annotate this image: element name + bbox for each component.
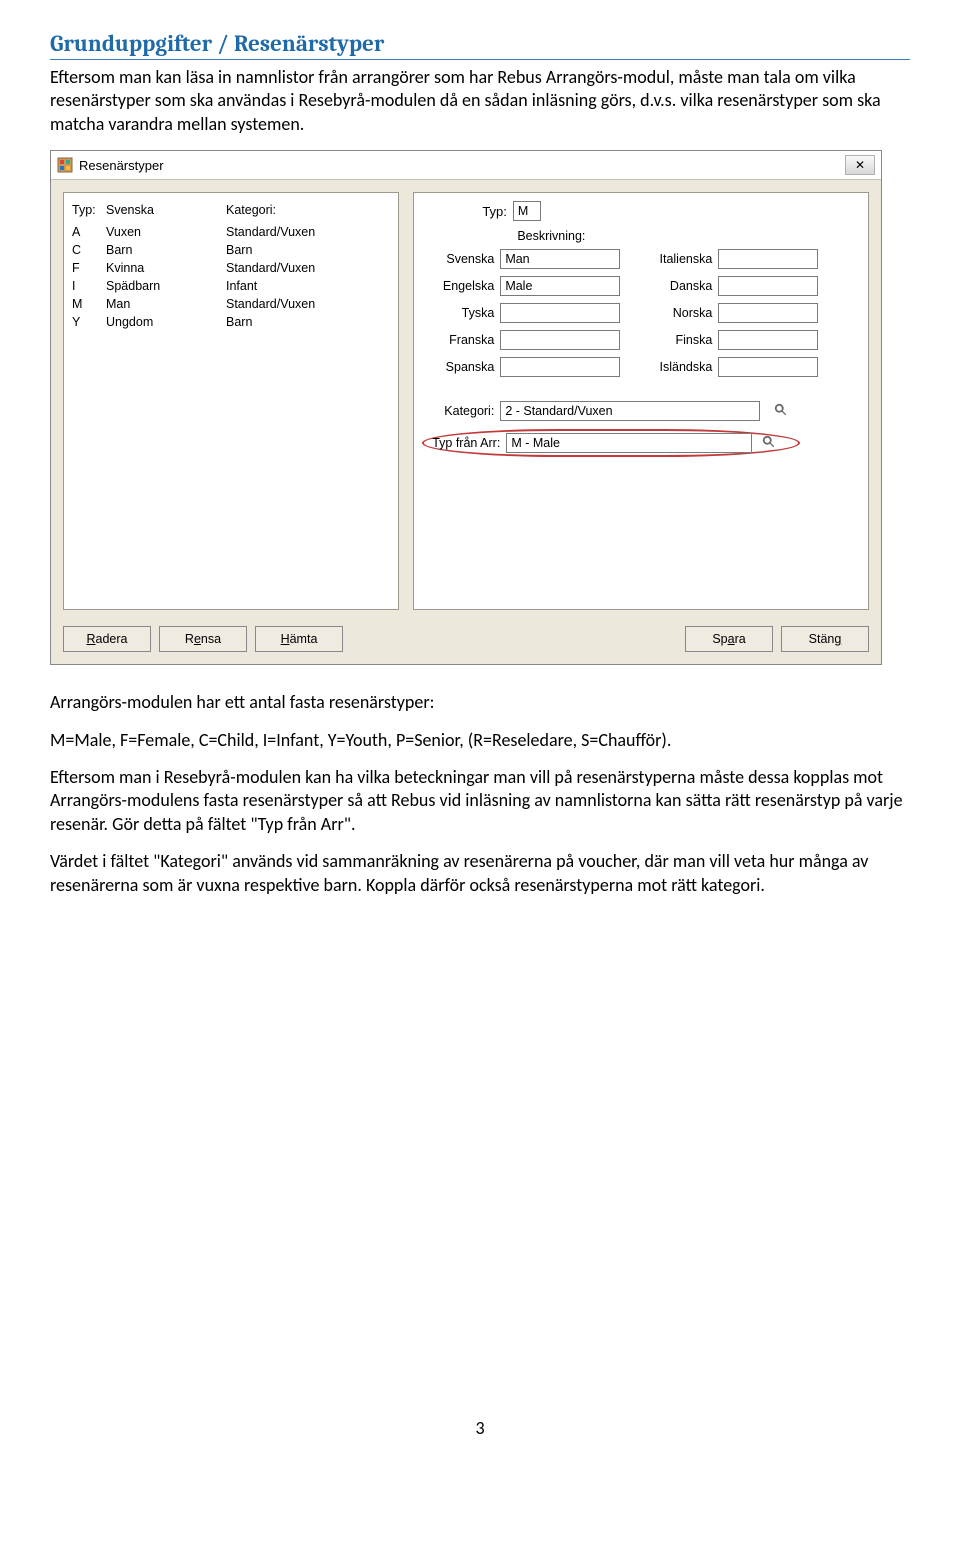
typ-fran-arr-label: Typ från Arr: — [424, 436, 506, 450]
col-header-kategori: Kategori: — [226, 201, 390, 219]
franska-label: Franska — [422, 333, 500, 347]
danska-input[interactable] — [718, 276, 818, 296]
tyska-label: Tyska — [422, 306, 500, 320]
finska-input[interactable] — [718, 330, 818, 350]
svenska-label: Svenska — [422, 252, 500, 266]
left-panel: Typ: Svenska Kategori: AVuxenStandard/Vu… — [63, 192, 399, 610]
list-cell-code: Y — [72, 313, 106, 331]
typ-fran-arr-input[interactable]: M - Male — [506, 433, 752, 453]
norska-input[interactable] — [718, 303, 818, 323]
franska-input[interactable] — [500, 330, 620, 350]
body-paragraph: Eftersom man i Resebyrå-modulen kan ha v… — [50, 766, 910, 836]
app-icon — [57, 157, 73, 173]
list-cell-kategori: Standard/Vuxen — [226, 295, 390, 313]
body-paragraph: Arrangörs-modulen har ett antal fasta re… — [50, 691, 910, 714]
intro-paragraph: Eftersom man kan läsa in namnlistor från… — [50, 66, 910, 136]
list-cell-svenska: Barn — [106, 241, 226, 259]
list-cell-code: M — [72, 295, 106, 313]
list-cell-code: F — [72, 259, 106, 277]
dialog-title: Resenärstyper — [79, 158, 164, 173]
list-cell-code: I — [72, 277, 106, 295]
list-row[interactable]: FKvinnaStandard/Vuxen — [72, 259, 390, 277]
norska-label: Norska — [644, 306, 718, 320]
list-cell-kategori: Standard/Vuxen — [226, 223, 390, 241]
islandska-input[interactable] — [718, 357, 818, 377]
list-header: Typ: Svenska Kategori: — [72, 201, 390, 219]
list-row[interactable]: MManStandard/Vuxen — [72, 295, 390, 313]
list-cell-code: A — [72, 223, 106, 241]
tyska-input[interactable] — [500, 303, 620, 323]
rensa-button[interactable]: Rensa — [159, 626, 247, 652]
list-row[interactable]: YUngdomBarn — [72, 313, 390, 331]
stang-button[interactable]: Stäng — [781, 626, 869, 652]
search-icon[interactable] — [762, 435, 776, 452]
page-title: Grunduppgifter / Resenärstyper — [50, 30, 910, 60]
hamta-button[interactable]: Hämta — [255, 626, 343, 652]
list-cell-code: C — [72, 241, 106, 259]
page-number: 3 — [50, 1417, 910, 1439]
italienska-label: Italienska — [644, 252, 718, 266]
spanska-input[interactable] — [500, 357, 620, 377]
spanska-label: Spanska — [422, 360, 500, 374]
engelska-label: Engelska — [422, 279, 500, 293]
list-cell-kategori: Barn — [226, 241, 390, 259]
list-cell-kategori: Infant — [226, 277, 390, 295]
list-cell-svenska: Spädbarn — [106, 277, 226, 295]
engelska-input[interactable]: Male — [500, 276, 620, 296]
spara-button[interactable]: Spara — [685, 626, 773, 652]
search-icon[interactable] — [774, 403, 788, 420]
list-cell-kategori: Standard/Vuxen — [226, 259, 390, 277]
list-row[interactable]: CBarnBarn — [72, 241, 390, 259]
list-cell-svenska: Man — [106, 295, 226, 313]
body-paragraph: Värdet i fältet "Kategori" används vid s… — [50, 850, 910, 897]
list-cell-svenska: Kvinna — [106, 259, 226, 277]
resenarstyper-dialog: Resenärstyper ✕ Typ: Svenska Kategori: A… — [50, 150, 882, 665]
list-row[interactable]: AVuxenStandard/Vuxen — [72, 223, 390, 241]
dialog-titlebar: Resenärstyper ✕ — [51, 151, 881, 180]
islandska-label: Isländska — [644, 360, 718, 374]
beskrivning-label: Beskrivning: — [517, 229, 860, 243]
close-button[interactable]: ✕ — [845, 155, 875, 175]
list-cell-kategori: Barn — [226, 313, 390, 331]
typ-input[interactable]: M — [513, 201, 541, 221]
svenska-input[interactable]: Man — [500, 249, 620, 269]
close-icon: ✕ — [855, 158, 865, 172]
kategori-label: Kategori: — [422, 404, 500, 418]
radera-button[interactable]: Radera — [63, 626, 151, 652]
list-row[interactable]: ISpädbarnInfant — [72, 277, 390, 295]
col-header-svenska: Svenska — [106, 201, 226, 219]
typ-label: Typ: — [482, 204, 513, 219]
col-header-typ: Typ: — [72, 201, 106, 219]
body-paragraph: M=Male, F=Female, C=Child, I=Infant, Y=Y… — [50, 729, 910, 752]
danska-label: Danska — [644, 279, 718, 293]
finska-label: Finska — [644, 333, 718, 347]
right-panel: Typ: M Beskrivning: Svenska Man Italiens… — [413, 192, 869, 610]
list-cell-svenska: Ungdom — [106, 313, 226, 331]
italienska-input[interactable] — [718, 249, 818, 269]
list-cell-svenska: Vuxen — [106, 223, 226, 241]
kategori-input[interactable]: 2 - Standard/Vuxen — [500, 401, 760, 421]
